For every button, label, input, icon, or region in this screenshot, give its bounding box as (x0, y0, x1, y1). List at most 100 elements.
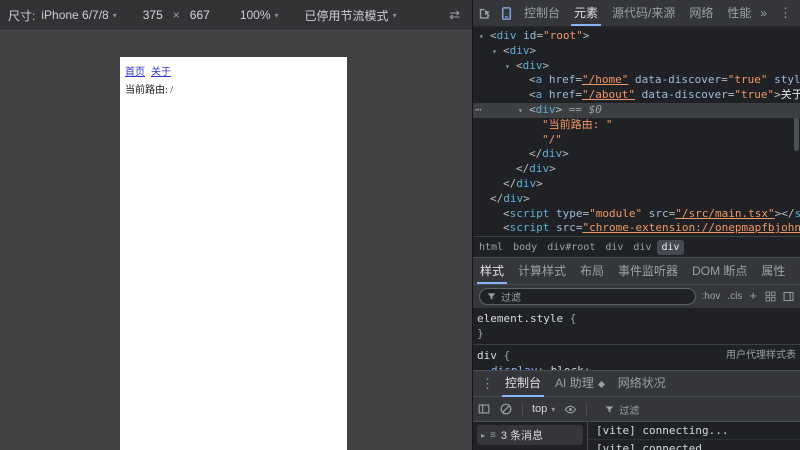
styles-tab-2[interactable]: 布局 (573, 258, 611, 284)
zoom-select[interactable]: 100% ▾ (240, 8, 279, 22)
device-select[interactable]: iPhone 6/7/8 ▾ (41, 8, 116, 22)
nav-link-home[interactable]: 首页 (125, 63, 145, 78)
styles-tabs: 样式 计算样式 布局 事件监听器 DOM 断点 属性 (473, 257, 800, 284)
inspect-element-icon[interactable] (473, 2, 495, 24)
code-token: > (536, 176, 543, 190)
tree-row[interactable]: </div> (473, 177, 800, 192)
console-filter-input[interactable]: 过滤 (598, 402, 690, 417)
chevron-down-icon: ▾ (274, 10, 279, 20)
breadcrumb-item[interactable]: html (475, 240, 507, 255)
console-sidebar-messages[interactable]: ▸ ≡ 3 条消息 (477, 425, 583, 445)
device-name: iPhone 6/7/8 (41, 8, 109, 22)
devtools-tab-1[interactable]: 元素 (567, 0, 605, 26)
nav-link-about[interactable]: 关于 (151, 63, 171, 78)
new-style-rule-button[interactable]: + (749, 288, 757, 303)
devtools-tab-0[interactable]: 控制台 (517, 0, 567, 26)
live-expression-eye-icon[interactable] (559, 398, 581, 420)
tree-row[interactable]: <script type="module" src="/src/main.tsx… (473, 207, 800, 222)
breadcrumb-item[interactable]: div (601, 240, 627, 255)
tree-row[interactable]: ▾ <div> (473, 59, 800, 74)
devtools-tab-label: 源代码/来源 (612, 6, 676, 20)
devtools-tabbar: 控制台 元素 源代码/来源 网络 性能 » ⋮ (473, 0, 800, 27)
code-token: data-discover (634, 88, 728, 102)
css-property-row[interactable]: display: block; (477, 363, 796, 370)
styles-filter-input[interactable]: 过滤 (479, 288, 696, 305)
code-token: div (509, 43, 530, 57)
funnel-icon (606, 405, 614, 413)
code-token: "/about" (582, 88, 635, 102)
throttle-select[interactable]: 已停用节流模式 ▾ (305, 7, 397, 24)
devtools-tab-label: 元素 (574, 6, 599, 20)
console-toolbar: top ▾ 过滤 (473, 397, 800, 422)
drawer-tab-1[interactable]: AI 助理 (548, 371, 611, 397)
breadcrumb-item[interactable]: div#root (543, 240, 599, 255)
devtools-tab-4[interactable]: 性能 (720, 0, 758, 26)
styles-tab-label: 样式 (480, 264, 505, 278)
tree-row[interactable]: ▾ <div> (473, 44, 800, 59)
chevron-down-icon: ▾ (551, 404, 556, 414)
toolbar-divider (522, 402, 523, 416)
console-context-select[interactable]: top ▾ (532, 403, 555, 415)
code-token: = (575, 73, 582, 87)
viewport-width-input[interactable]: 375 (143, 8, 163, 22)
drawer-tab-0[interactable]: 控制台 (498, 371, 548, 397)
messages-list-icon: ≡ (490, 429, 496, 441)
drawer-tab-2[interactable]: 网络状况 (611, 371, 673, 397)
devtools-tabs: 控制台 元素 源代码/来源 网络 性能 (517, 0, 758, 26)
expand-arrow-icon[interactable]: ▾ (505, 60, 516, 75)
device-toolbar-toggle-icon[interactable] (495, 2, 517, 24)
tree-row[interactable]: </div> (473, 192, 800, 207)
styles-tab-4[interactable]: DOM 断点 (685, 258, 754, 284)
breadcrumb-item[interactable]: body (509, 240, 541, 255)
ai-spark-icon (597, 380, 605, 388)
code-token: "true" (727, 73, 768, 87)
tree-row[interactable]: ⋯ ▾ <div> == $0 (473, 102, 800, 119)
devtools-tab-3[interactable]: 网络 (682, 0, 720, 26)
styles-tab-5[interactable]: 属性 (754, 258, 792, 284)
styles-tab-0[interactable]: 样式 (473, 258, 511, 284)
expand-arrow-icon[interactable]: ▾ (492, 45, 503, 60)
more-tabs-icon[interactable]: » (760, 6, 767, 20)
devtools-tab-label: 性能 (727, 6, 752, 20)
console-messages: [vite] connecting... [vite] connected. (588, 422, 800, 450)
grid-overlays-icon[interactable] (764, 290, 777, 303)
tree-row[interactable]: <a href="/about" data-discover="true">关于… (473, 88, 800, 103)
throttle-value: 已停用节流模式 (304, 8, 389, 23)
devtools-tab-2[interactable]: 源代码/来源 (605, 0, 682, 26)
drawer-menu-icon[interactable]: ⋮ (481, 376, 494, 392)
console-sidebar-toggle-icon[interactable] (473, 398, 495, 420)
tree-row[interactable]: </div> (473, 147, 800, 162)
viewport-height-input[interactable]: 667 (190, 8, 210, 22)
code-token: div (496, 29, 517, 42)
styles-tab-1[interactable]: 计算样式 (511, 258, 573, 284)
tree-row[interactable]: ▾ <div id="root"> (473, 29, 800, 44)
tree-row[interactable]: </div> (473, 162, 800, 177)
styles-tab-3[interactable]: 事件监听器 (611, 258, 685, 284)
rotate-viewport-icon[interactable]: ⇄ (449, 7, 460, 23)
devtools-menu-icon[interactable]: ⋮ (779, 5, 792, 21)
computed-sidebar-icon[interactable] (782, 290, 795, 303)
code-token: > (549, 162, 556, 176)
code-token: div (516, 176, 537, 190)
expand-arrow-icon[interactable]: ▾ (518, 104, 529, 119)
code-token: = (536, 29, 543, 42)
code-token: script (509, 221, 550, 235)
code-token: src (642, 206, 669, 220)
tree-row[interactable]: <a href="/home" data-discover="true" sty… (473, 73, 800, 88)
element-classes-button[interactable]: .cls (727, 291, 742, 302)
inline-style-rule[interactable]: element.style { (477, 311, 796, 326)
filter-placeholder: 过滤 (501, 293, 521, 304)
code-token: < (503, 206, 510, 220)
style-selector[interactable]: div (477, 349, 497, 362)
breadcrumb-item[interactable]: div (657, 239, 684, 255)
expand-arrow-icon[interactable]: ▾ (479, 30, 490, 45)
code-token: < (503, 221, 510, 235)
tree-row[interactable]: "当前路由: " (473, 118, 800, 133)
breadcrumb-item[interactable]: div (629, 240, 655, 255)
code-token: > (774, 88, 781, 102)
clear-console-icon[interactable] (495, 398, 517, 420)
tree-row[interactable]: <script src="chrome-extension://onepmapf… (473, 221, 800, 236)
chevron-down-icon: ▾ (112, 10, 117, 20)
tree-row[interactable]: "/" (473, 133, 800, 148)
toggle-element-state-button[interactable]: :hov (702, 291, 721, 302)
